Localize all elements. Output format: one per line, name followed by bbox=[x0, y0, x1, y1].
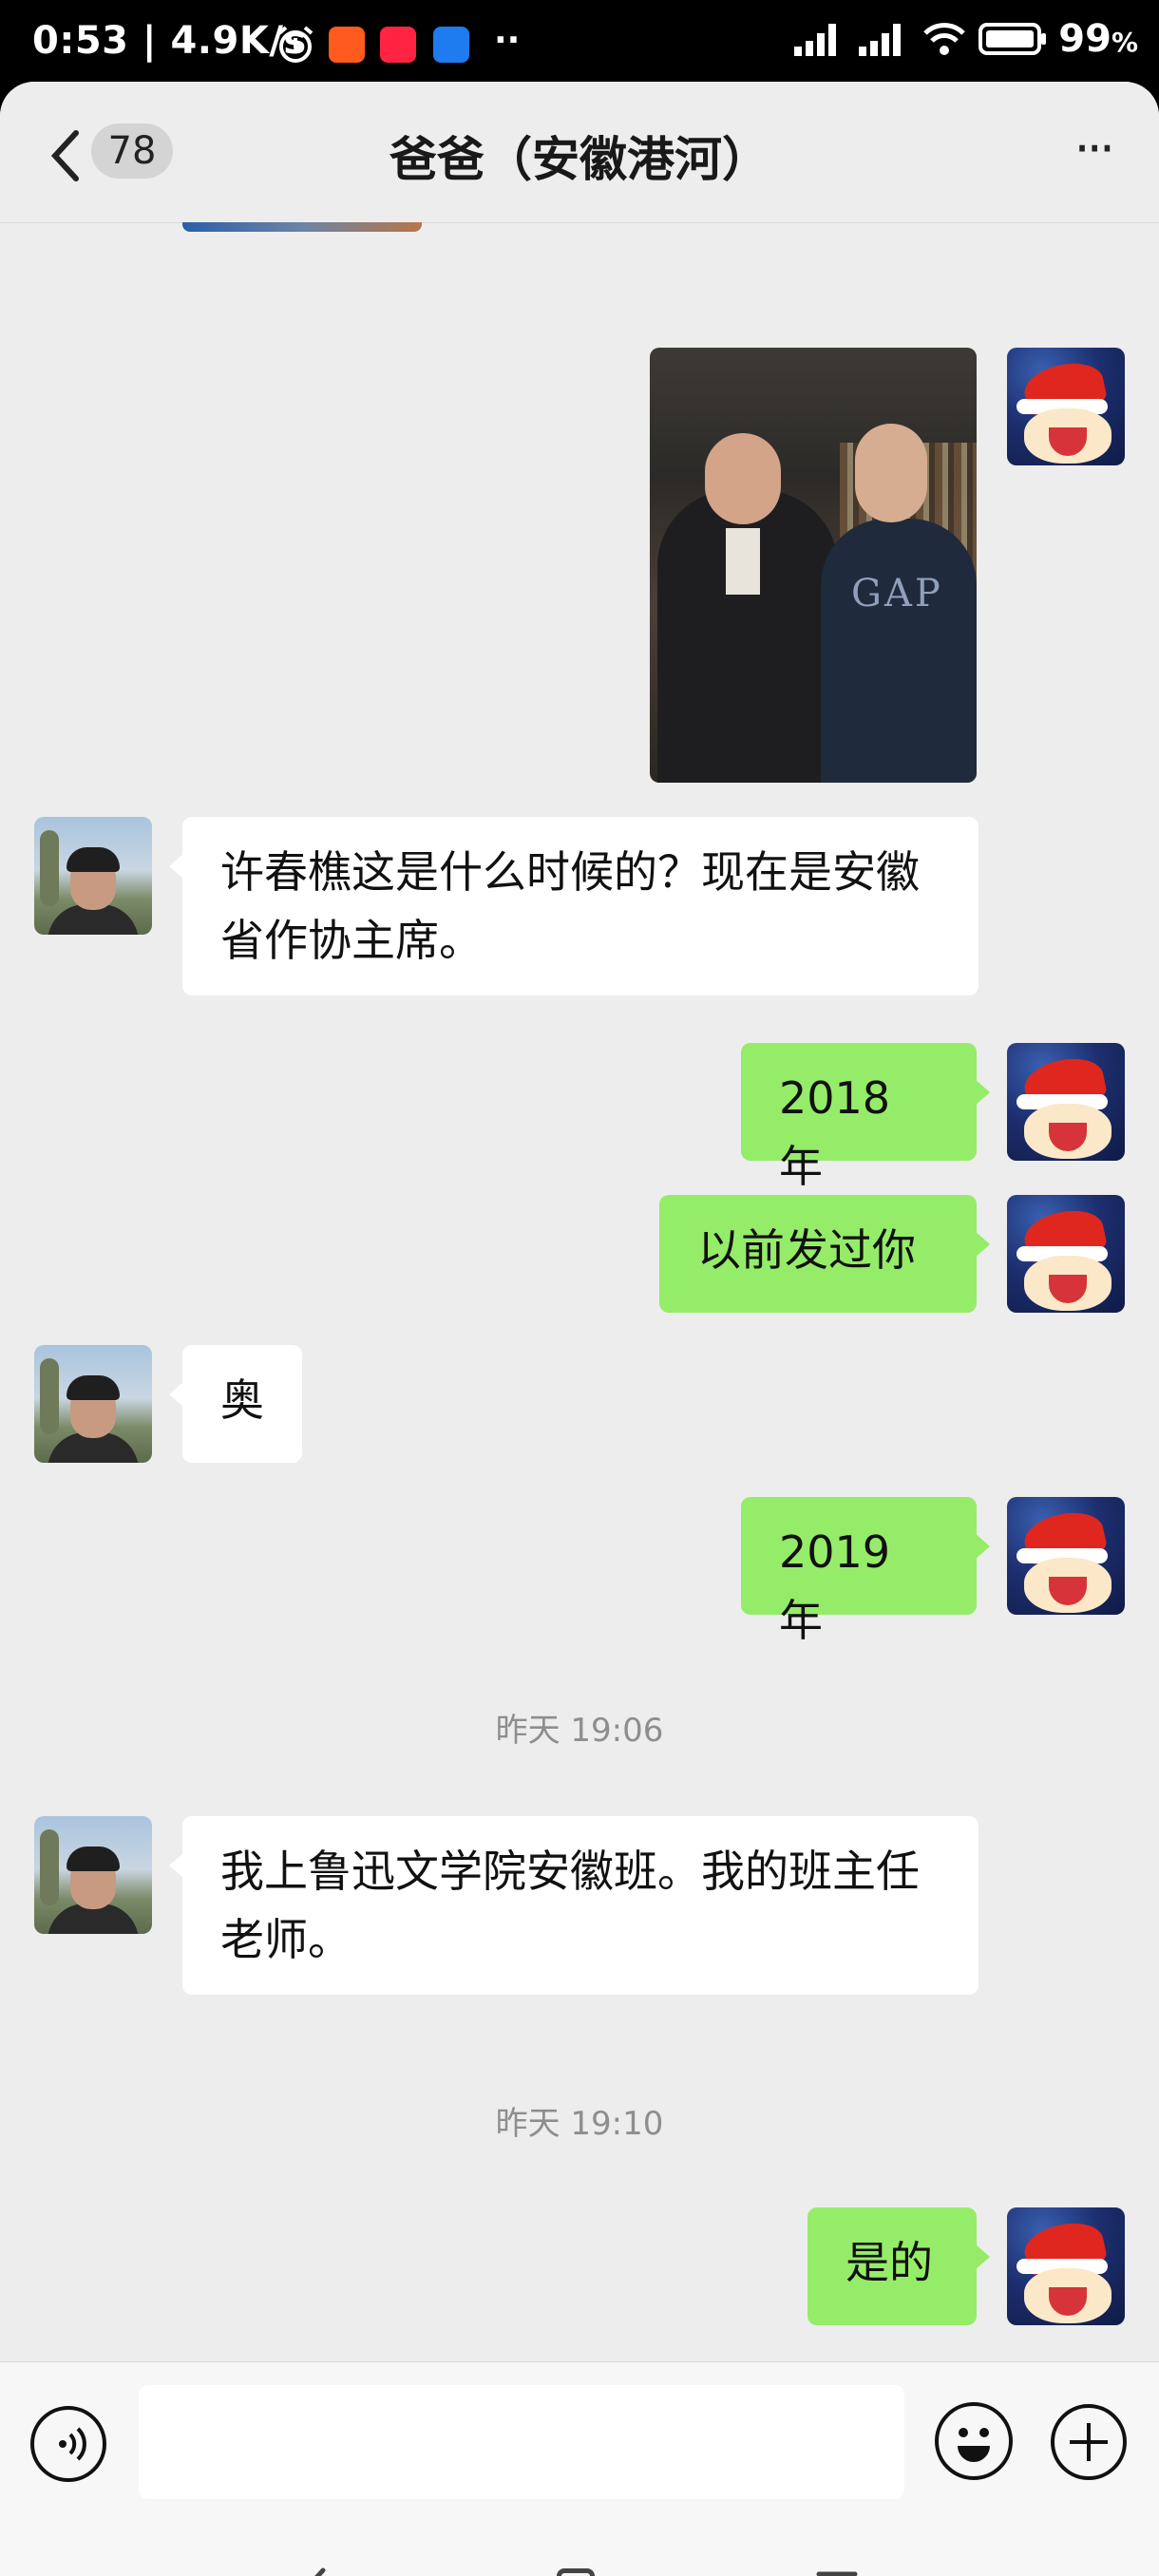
signal-1-icon bbox=[794, 24, 837, 56]
app-notification-icon bbox=[329, 27, 365, 63]
person-left-head bbox=[705, 433, 781, 524]
system-menu-icon[interactable] bbox=[815, 2568, 859, 2576]
message-bubble-outgoing[interactable]: 2018 年 bbox=[741, 1043, 990, 1192]
my-avatar[interactable] bbox=[1007, 1195, 1125, 1313]
my-avatar[interactable] bbox=[1007, 348, 1125, 465]
message-timestamp: 昨天 19:10 bbox=[495, 2105, 664, 2143]
chevron-left-icon[interactable] bbox=[44, 127, 91, 184]
app-bird-icon bbox=[433, 27, 469, 63]
my-avatar[interactable] bbox=[1007, 1497, 1125, 1615]
battery-icon bbox=[978, 23, 1047, 55]
more-notifications-icon: ·· bbox=[494, 21, 521, 60]
emoji-icon[interactable] bbox=[935, 2402, 1013, 2480]
more-dots-icon[interactable]: ··· bbox=[1074, 123, 1115, 175]
person-right-body bbox=[821, 519, 977, 783]
chat-header: 78 爸爸（安徽港河） ··· bbox=[0, 82, 1159, 223]
chat-title: 爸爸（安徽港河） bbox=[390, 132, 770, 187]
xiaohongshu-icon bbox=[380, 27, 416, 63]
message-timestamp: 昨天 19:06 bbox=[495, 1712, 664, 1750]
my-avatar[interactable] bbox=[1007, 2207, 1125, 2325]
message-bubble-incoming[interactable]: 许春樵这是什么时候的？现在是安徽省作协主席。 bbox=[169, 817, 978, 995]
message-input[interactable] bbox=[139, 2385, 904, 2499]
system-home-icon[interactable] bbox=[557, 2568, 595, 2576]
shirt-text: GAP bbox=[851, 572, 943, 616]
plus-icon[interactable] bbox=[1051, 2404, 1127, 2480]
unread-count-badge[interactable]: 78 bbox=[91, 123, 173, 179]
previous-image-edge bbox=[182, 222, 422, 232]
my-avatar[interactable] bbox=[1007, 1043, 1125, 1161]
chat-window: 78 爸爸（安徽港河） ··· GAP 许春樵这是什么时候的？现在是安徽省作协主… bbox=[0, 82, 1159, 2576]
signal-2-icon bbox=[859, 24, 902, 56]
photo-message[interactable]: GAP bbox=[650, 348, 977, 783]
alarm-icon bbox=[277, 26, 314, 63]
message-bubble-outgoing[interactable]: 以前发过你 bbox=[659, 1195, 990, 1313]
message-bubble-incoming[interactable]: 奥 bbox=[169, 1345, 302, 1463]
contact-avatar[interactable] bbox=[34, 817, 152, 935]
status-time: 0:53 | 4.9K/s bbox=[32, 19, 307, 63]
input-bar bbox=[0, 2361, 1159, 2524]
person-right-head bbox=[855, 424, 927, 522]
status-bar: 0:53 | 4.9K/s ·· 99% bbox=[0, 0, 1159, 82]
wifi-icon bbox=[923, 23, 966, 55]
battery-level: 99% bbox=[1058, 17, 1138, 61]
message-list[interactable]: GAP 许春樵这是什么时候的？现在是安徽省作协主席。 2018 年 以前发过你 … bbox=[0, 222, 1159, 2361]
message-bubble-outgoing[interactable]: 2019 年 bbox=[741, 1497, 990, 1646]
voice-icon[interactable] bbox=[30, 2406, 106, 2482]
contact-avatar[interactable] bbox=[34, 1816, 152, 1934]
system-back-icon[interactable] bbox=[294, 2561, 332, 2576]
person-left-shirt bbox=[726, 528, 760, 595]
message-bubble-incoming[interactable]: 我上鲁迅文学院安徽班。我的班主任老师。 bbox=[169, 1816, 978, 1995]
contact-avatar[interactable] bbox=[34, 1345, 152, 1463]
message-bubble-outgoing[interactable]: 是的 bbox=[808, 2207, 990, 2325]
system-navigation-bar bbox=[0, 2523, 1159, 2576]
